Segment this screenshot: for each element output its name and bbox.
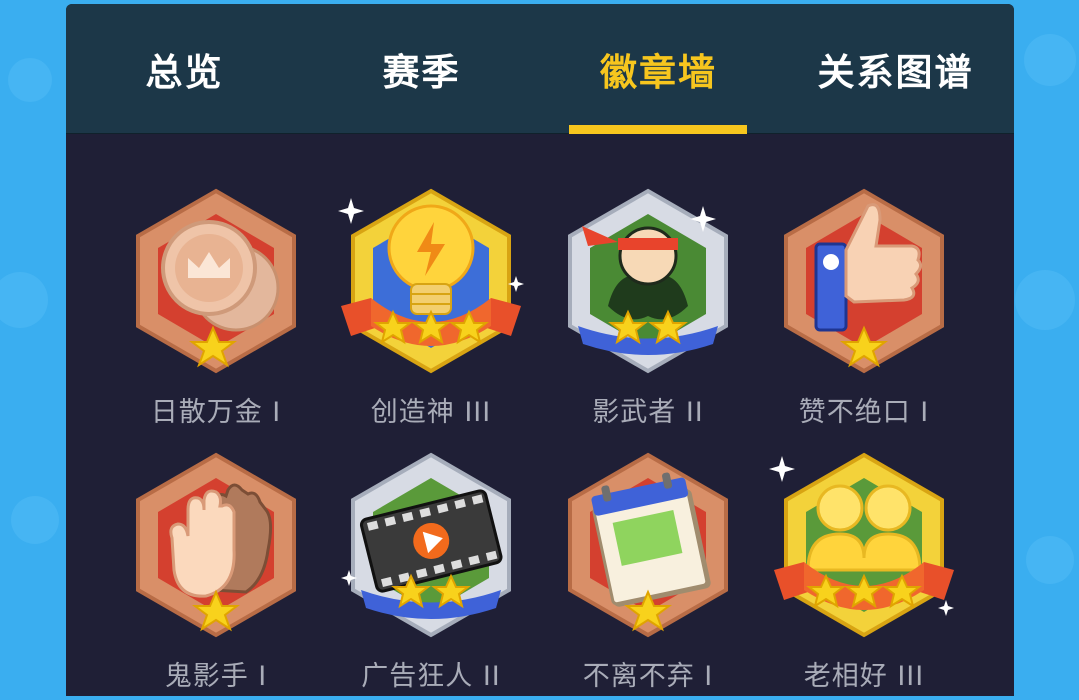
badge-name: 日散万金 I <box>150 397 282 428</box>
hand-icon <box>136 452 296 638</box>
badge-panel: 总览 赛季 徽章墙 关系图谱 日散万金 I 创造神 III 影武者 II 赞不绝… <box>66 4 1014 696</box>
tab-bar: 总览 赛季 徽章墙 关系图谱 <box>66 4 1014 134</box>
tab-label: 徽章墙 <box>600 51 717 94</box>
film-play-icon <box>341 452 511 638</box>
badge-name: 老相好 III <box>803 661 925 692</box>
active-tab-indicator <box>569 125 747 134</box>
badge-name: 广告狂人 II <box>361 661 501 692</box>
badge-name: 影武者 II <box>592 397 704 428</box>
badge-name: 鬼影手 I <box>164 661 268 692</box>
calendar-icon <box>568 452 728 638</box>
coin-crown-icon <box>136 188 296 374</box>
badge-item[interactable]: 创造神 III <box>331 186 531 436</box>
tab-badge-wall[interactable]: 徽章墙 <box>540 4 777 134</box>
thumbs-up-icon <box>784 188 944 374</box>
couple-icon <box>769 452 954 638</box>
badge-grid: 日散万金 I 创造神 III 影武者 II 赞不绝口 I 鬼影手 I 广告狂人 … <box>66 134 1014 696</box>
tab-label: 总览 <box>145 51 224 94</box>
badge-item[interactable]: 广告狂人 II <box>331 450 531 696</box>
badge-item[interactable]: 老相好 III <box>764 450 964 696</box>
tab-label: 赛季 <box>382 51 461 94</box>
badge-item[interactable]: 影武者 II <box>548 186 748 436</box>
badge-item[interactable]: 鬼影手 I <box>116 450 316 696</box>
badge-name: 不离不弃 I <box>582 661 714 692</box>
tab-season[interactable]: 赛季 <box>303 4 540 134</box>
tab-relationship-graph[interactable]: 关系图谱 <box>777 4 1014 134</box>
badge-name: 创造神 III <box>370 397 492 428</box>
lightbulb-icon <box>338 188 524 374</box>
badge-item[interactable]: 日散万金 I <box>116 186 316 436</box>
ninja-icon <box>568 188 728 374</box>
badge-item[interactable]: 赞不绝口 I <box>764 186 964 436</box>
badge-item[interactable]: 不离不弃 I <box>548 450 748 696</box>
badge-name: 赞不绝口 I <box>798 397 930 428</box>
tab-overview[interactable]: 总览 <box>66 4 303 134</box>
tab-label: 关系图谱 <box>817 51 974 94</box>
